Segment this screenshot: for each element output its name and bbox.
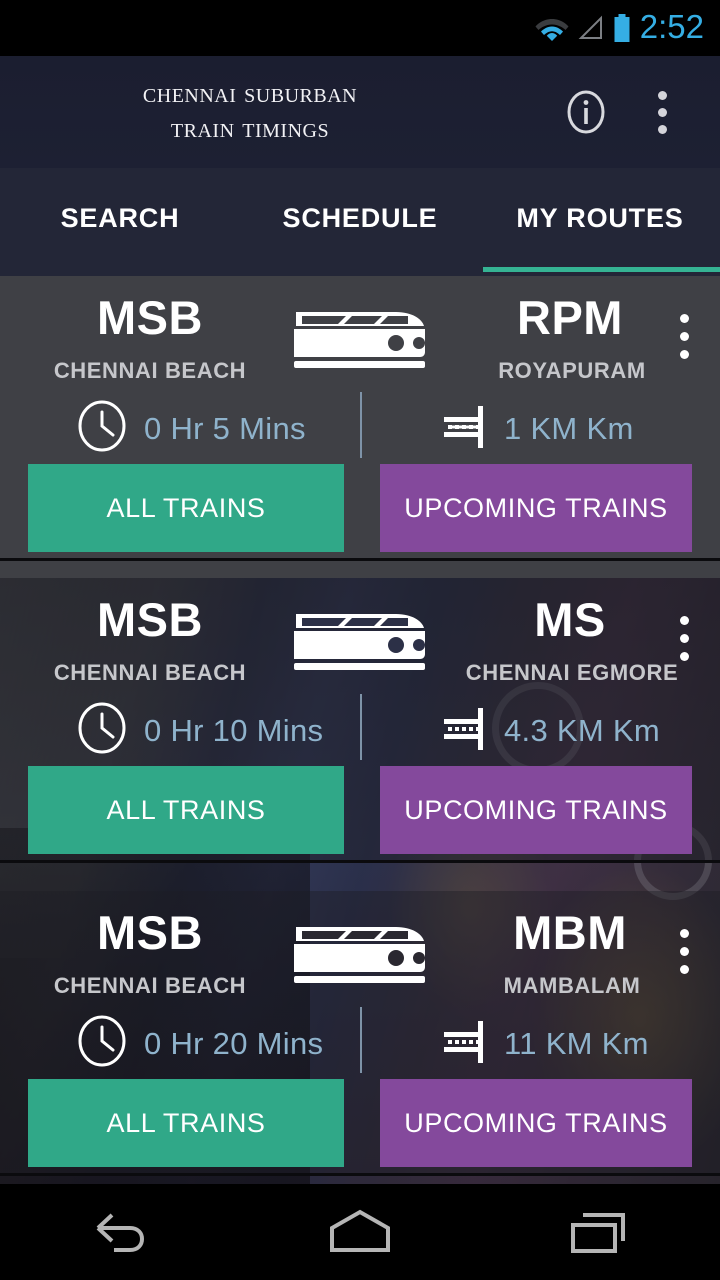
overflow-dot-1 xyxy=(657,90,667,100)
clock-icon xyxy=(76,1015,128,1072)
duration-value: 0 Hr 20 Mins xyxy=(144,1026,324,1061)
destination-station-code: MBM xyxy=(513,906,627,959)
distance-metric: 4.3 KM Km xyxy=(440,702,660,759)
duration-value: 0 Hr 5 Mins xyxy=(144,411,306,446)
card-dot-1 xyxy=(679,928,689,938)
active-tab-indicator xyxy=(483,267,720,272)
overflow-dot-3 xyxy=(657,124,667,134)
card-dot-3 xyxy=(679,651,689,661)
signal-no-service-icon xyxy=(578,15,604,41)
card-dot-2 xyxy=(679,331,689,341)
card-dot-1 xyxy=(679,615,689,625)
tab-bar: SEARCH SCHEDULE MY ROUTES xyxy=(0,168,720,276)
origin-station-name: CHENNAI BEACH xyxy=(53,973,247,998)
overflow-menu-icon[interactable] xyxy=(634,84,690,140)
card-dot-3 xyxy=(679,964,689,974)
train-icon xyxy=(292,296,428,370)
card-dot-1 xyxy=(679,313,689,323)
back-arrow-icon[interactable] xyxy=(0,1206,240,1258)
route-card-actions: ALL TRAINS UPCOMING TRAINS xyxy=(0,766,720,860)
clock-icon xyxy=(76,702,128,759)
app-title-line-1: Chennai Suburban xyxy=(142,77,358,109)
card-dot-3 xyxy=(679,349,689,359)
routes-list[interactable]: MSB CHENNAI BEACH RPM ROYAPURAM 0 Hr 5 M… xyxy=(0,276,720,1184)
upcoming-trains-button[interactable]: UPCOMING TRAINS xyxy=(380,766,692,854)
route-card[interactable]: MSB CHENNAI BEACH RPM ROYAPURAM 0 Hr 5 M… xyxy=(0,276,720,561)
app-title-line-2: Train Timings xyxy=(170,112,330,145)
route-card-header: MSB CHENNAI BEACH RPM ROYAPURAM xyxy=(0,276,720,386)
home-icon[interactable] xyxy=(240,1206,480,1258)
duration-metric: 0 Hr 10 Mins xyxy=(76,702,323,759)
route-card-actions: ALL TRAINS UPCOMING TRAINS xyxy=(0,1079,720,1173)
card-overflow-menu-icon[interactable] xyxy=(664,306,704,366)
tab-search[interactable]: SEARCH xyxy=(0,168,240,276)
duration-metric: 0 Hr 5 Mins xyxy=(76,400,306,457)
all-trains-button[interactable]: ALL TRAINS xyxy=(28,1079,344,1167)
card-overflow-menu-icon[interactable] xyxy=(664,608,704,668)
duration-metric: 0 Hr 20 Mins xyxy=(76,1015,323,1072)
metrics-divider xyxy=(360,392,362,458)
route-card[interactable]: MSB CHENNAI BEACH MS CHENNAI EGMORE 0 Hr… xyxy=(0,578,720,863)
recent-apps-icon[interactable] xyxy=(480,1206,720,1258)
distance-value: 1 KM Km xyxy=(504,411,634,446)
android-navigation-bar xyxy=(0,1184,720,1280)
wifi-icon xyxy=(535,15,569,41)
origin-station-code: MSB xyxy=(97,291,203,344)
distance-value: 4.3 KM Km xyxy=(504,713,661,748)
distance-value: 11 KM Km xyxy=(504,1026,649,1061)
route-card-header: MSB CHENNAI BEACH MS CHENNAI EGMORE xyxy=(0,578,720,688)
status-bar-clock: 2:52 xyxy=(639,8,704,45)
route-card-metrics: 0 Hr 5 Mins 1 KM Km xyxy=(0,386,720,464)
metrics-divider xyxy=(360,1007,362,1073)
route-card-header: MSB CHENNAI BEACH MBM MAMBALAM xyxy=(0,891,720,1001)
card-dot-2 xyxy=(679,633,689,643)
distance-measure-icon xyxy=(440,1015,488,1072)
upcoming-trains-button[interactable]: UPCOMING TRAINS xyxy=(380,464,692,552)
status-bar: 2:52 xyxy=(0,0,720,56)
distance-metric: 11 KM Km xyxy=(440,1015,649,1072)
upcoming-trains-button[interactable]: UPCOMING TRAINS xyxy=(380,1079,692,1167)
app-bar: Chennai Suburban Train Timings xyxy=(0,56,720,168)
train-icon xyxy=(292,911,428,985)
tab-schedule[interactable]: SCHEDULE xyxy=(240,168,480,276)
card-overflow-menu-icon[interactable] xyxy=(664,921,704,981)
overflow-dot-2 xyxy=(657,107,667,117)
origin-station-name: CHENNAI BEACH xyxy=(53,358,247,383)
battery-full-icon xyxy=(613,14,631,42)
origin-station-code: MSB xyxy=(97,593,203,646)
info-circle-icon[interactable] xyxy=(560,86,612,138)
distance-measure-icon xyxy=(440,400,488,457)
train-icon xyxy=(292,598,428,672)
clock-icon xyxy=(76,400,128,457)
tab-my-routes[interactable]: MY ROUTES xyxy=(480,168,720,276)
distance-measure-icon xyxy=(440,702,488,759)
route-card[interactable]: MSB CHENNAI BEACH MBM MAMBALAM 0 Hr 20 M… xyxy=(0,891,720,1176)
metrics-divider xyxy=(360,694,362,760)
origin-station-code: MSB xyxy=(97,906,203,959)
all-trains-button[interactable]: ALL TRAINS xyxy=(28,464,344,552)
app-screen: 2:52 Chennai Suburban Train Timings SEAR… xyxy=(0,0,720,1280)
destination-station-code: RPM xyxy=(517,291,623,344)
route-card-actions: ALL TRAINS UPCOMING TRAINS xyxy=(0,464,720,558)
origin-station-name: CHENNAI BEACH xyxy=(53,660,247,685)
card-dot-2 xyxy=(679,946,689,956)
route-card-metrics: 0 Hr 10 Mins 4.3 KM Km xyxy=(0,688,720,766)
duration-value: 0 Hr 10 Mins xyxy=(144,713,324,748)
all-trains-button[interactable]: ALL TRAINS xyxy=(28,766,344,854)
route-card-metrics: 0 Hr 20 Mins 11 KM Km xyxy=(0,1001,720,1079)
app-title: Chennai Suburban Train Timings xyxy=(40,76,460,147)
destination-station-code: MS xyxy=(534,593,606,646)
distance-metric: 1 KM Km xyxy=(440,400,634,457)
